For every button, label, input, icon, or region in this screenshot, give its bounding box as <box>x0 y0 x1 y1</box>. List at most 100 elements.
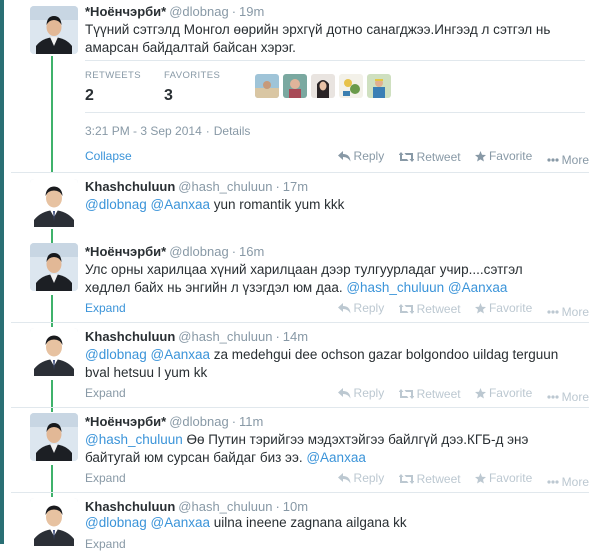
avatar[interactable] <box>30 413 78 461</box>
mention-link[interactable]: @Aanxaa <box>448 280 508 295</box>
more-button[interactable]: More <box>547 153 589 167</box>
reply-button[interactable]: Reply <box>337 301 384 315</box>
reply-tweet[interactable]: Khashchuluun @hash_chuluun · 14m @dlobnag @… <box>11 322 589 408</box>
tweet-time[interactable]: 14m <box>283 329 308 344</box>
divider <box>85 112 585 113</box>
avatar[interactable] <box>30 498 78 546</box>
author-name[interactable]: Khashchuluun <box>85 329 175 344</box>
tweet-text: Улс орны харилцаа хүний харилцаан дээр т… <box>85 261 585 297</box>
reply-tweet[interactable]: *Ноёнчэрби* @dlobnag · 11m @hash_chuluun Өө… <box>11 407 589 493</box>
author-handle[interactable]: @dlobnag <box>169 244 228 259</box>
retweet-button[interactable]: Retweet <box>398 472 461 486</box>
retweet-button[interactable]: Retweet <box>398 302 461 316</box>
avatar-thumb[interactable] <box>339 74 363 98</box>
expand-link[interactable]: Expand <box>85 537 126 551</box>
mention-link[interactable]: @dlobnag <box>85 197 147 212</box>
favorite-label: Favorite <box>488 149 533 163</box>
separator: · <box>231 244 237 259</box>
tweet-header: Khashchuluun @hash_chuluun · 17m <box>85 179 308 194</box>
mention-link[interactable]: @Aanxaa <box>151 197 211 212</box>
retweet-icon <box>398 388 414 399</box>
avatar-thumb[interactable] <box>311 74 335 98</box>
favorite-button[interactable]: Favorite <box>474 386 532 400</box>
more-label: More <box>561 474 589 489</box>
tweet-actions: Reply Retweet Favorite More <box>327 149 589 167</box>
collapse-link[interactable]: Collapse <box>85 149 132 163</box>
author-handle[interactable]: @dlobnag <box>169 4 228 19</box>
tweet-actions: Reply Retweet Favorite More <box>327 301 589 319</box>
author-handle[interactable]: @hash_chuluun <box>178 499 272 514</box>
avatar[interactable] <box>30 179 78 227</box>
reply-icon <box>337 302 351 313</box>
text-part: хөдлөл байх нь энгийн л үзэгдэл юм даа. <box>85 280 347 295</box>
reply-icon <box>337 472 351 483</box>
author-name[interactable]: Khashchuluun <box>85 179 175 194</box>
avatar-thumb[interactable] <box>367 74 391 98</box>
mention-link[interactable]: @hash_chuluun <box>346 280 444 295</box>
author-handle[interactable]: @hash_chuluun <box>178 329 272 344</box>
mention-link[interactable]: @dlobnag <box>85 515 147 530</box>
conversation-thread: *Ноёнчэрби* @dlobnag · 19m Түүний сэтгэлд М… <box>11 0 589 551</box>
tweet-text: @dlobnag @Aanxaa za medehgui dee ochson … <box>85 346 585 382</box>
author-handle[interactable]: @hash_chuluun <box>178 179 272 194</box>
retweet-button[interactable]: Retweet <box>398 150 461 164</box>
reply-tweet[interactable]: Khashchuluun @hash_chuluun · 17m @dlobnag @… <box>11 172 589 237</box>
tweet-time[interactable]: 10m <box>283 499 308 514</box>
avatar-thumb[interactable] <box>283 74 307 98</box>
favorite-button[interactable]: Favorite <box>474 301 532 315</box>
timestamp[interactable]: 3:21 PM - 3 Sep 2014 <box>85 124 202 138</box>
more-button[interactable]: More <box>547 475 589 489</box>
expand-link[interactable]: Expand <box>85 301 126 315</box>
tweet-time[interactable]: 19m <box>239 4 264 19</box>
tweet-time[interactable]: 16m <box>239 244 264 259</box>
mention-link[interactable]: @dlobnag <box>85 347 147 362</box>
retweets-count: 2 <box>85 87 94 104</box>
avatar-thumb[interactable] <box>255 74 279 98</box>
more-button[interactable]: More <box>547 305 589 319</box>
text-part: za medehgui dee ochson gazar bolgondoo u… <box>210 347 559 362</box>
separator: · <box>205 124 210 138</box>
retweet-button[interactable]: Retweet <box>398 387 461 401</box>
favorites-stat[interactable]: FAVORITES 3 <box>164 70 220 105</box>
favorite-button[interactable]: Favorite <box>474 149 533 163</box>
more-label: More <box>561 304 589 319</box>
reply-icon <box>337 150 351 161</box>
tweet-time[interactable]: 17m <box>283 179 308 194</box>
details-link[interactable]: Details <box>214 124 251 138</box>
reply-tweet[interactable]: *Ноёнчэрби* @dlobnag · 16m Улс орны харилца… <box>11 237 589 323</box>
author-name[interactable]: *Ноёнчэрби* <box>85 4 166 19</box>
retweets-stat[interactable]: RETWEETS 2 <box>85 70 141 105</box>
author-name[interactable]: Khashchuluun <box>85 499 175 514</box>
more-button[interactable]: More <box>547 390 589 404</box>
text-part: uilna ineene zagnana ailgana kk <box>210 515 407 530</box>
reply-label: Reply <box>353 471 385 485</box>
reply-tweet[interactable]: Khashchuluun @hash_chuluun · 10m @dlobnag @… <box>11 492 589 551</box>
reply-button[interactable]: Reply <box>337 149 384 163</box>
author-name[interactable]: *Ноёнчэрби* <box>85 244 166 259</box>
reply-button[interactable]: Reply <box>337 386 384 400</box>
tweet-actions: Reply Retweet Favorite More <box>327 386 589 404</box>
separator: · <box>275 179 280 194</box>
tweet-timestamp: 3:21 PM - 3 Sep 2014 · Details <box>85 124 250 138</box>
avatar[interactable] <box>30 328 78 376</box>
more-dots-icon <box>547 479 559 484</box>
mention-link[interactable]: @Aanxaa <box>151 515 211 530</box>
mention-link[interactable]: @Aanxaa <box>306 450 366 465</box>
author-handle[interactable]: @dlobnag <box>169 414 228 429</box>
text-part: Улс орны харилцаа хүний харилцаан дээр т… <box>85 262 523 277</box>
mention-link[interactable]: @Aanxaa <box>151 347 211 362</box>
avatar[interactable] <box>30 243 78 291</box>
author-name[interactable]: *Ноёнчэрби* <box>85 414 166 429</box>
tweet-header: Khashchuluun @hash_chuluun · 10m <box>85 499 308 514</box>
favorite-button[interactable]: Favorite <box>474 471 532 485</box>
tweet-time[interactable]: 11m <box>239 414 263 429</box>
star-icon <box>474 150 486 161</box>
reply-button[interactable]: Reply <box>337 471 385 485</box>
mention-link[interactable]: @hash_chuluun <box>85 432 183 447</box>
tweet-header: *Ноёнчэрби* @dlobnag · 19m <box>85 4 264 19</box>
expand-link[interactable]: Expand <box>85 471 126 485</box>
text-part: Өө Путин тэрийгээ мэдэхтэйгээ байлгүй дэ… <box>182 432 529 447</box>
expand-link[interactable]: Expand <box>85 386 126 400</box>
main-tweet[interactable]: *Ноёнчэрби* @dlobnag · 19m Түүний сэтгэлд М… <box>11 0 589 173</box>
avatar[interactable] <box>30 6 78 54</box>
